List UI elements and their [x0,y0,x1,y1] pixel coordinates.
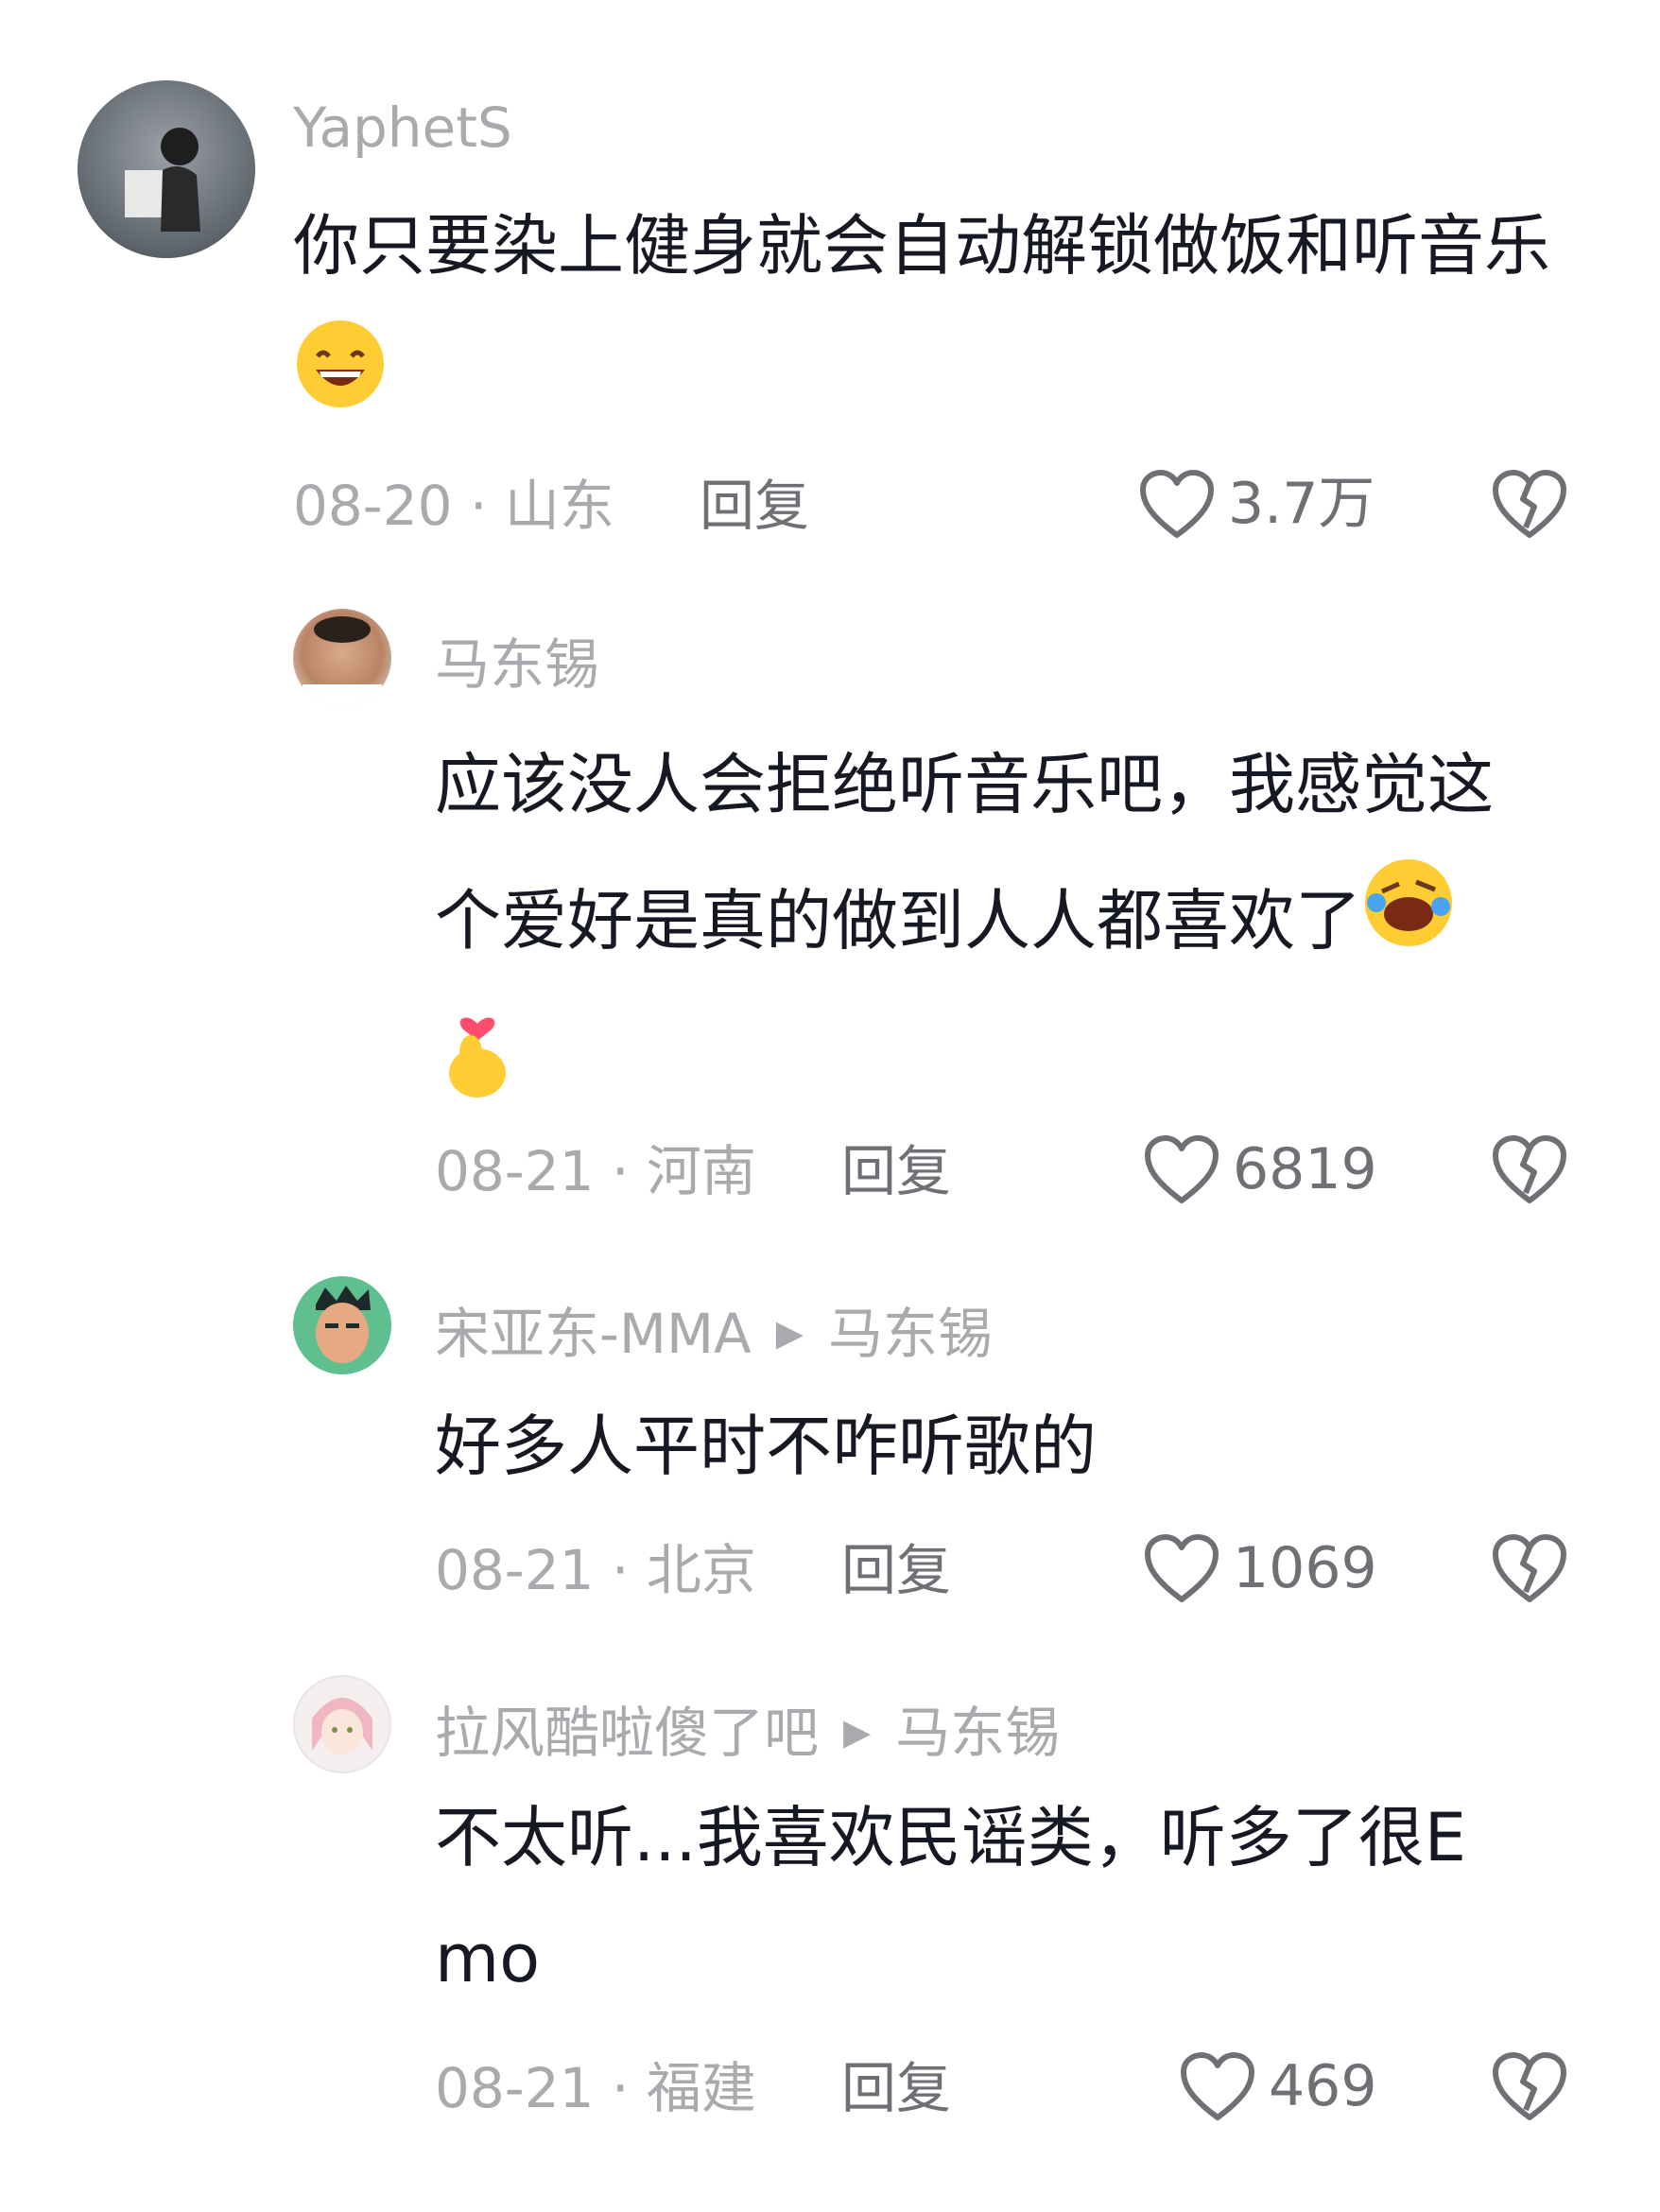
finger-heart-icon [435,995,520,1145]
comment-meta: 08-21 · 河南 [435,1144,756,1199]
comment-date: 08-20 [293,474,453,538]
separator: · [611,1538,630,1602]
like-count: 3.7万 [1228,471,1375,537]
comment-date: 08-21 [435,1139,595,1203]
like-count: 1069 [1233,1535,1377,1601]
reply-button[interactable]: 回复 [841,1543,951,1598]
broken-heart-icon [1493,1135,1566,1203]
reply-button[interactable]: 回复 [700,478,809,533]
comment-date: 08-21 [435,2056,595,2120]
reply-to-username: 马东锡 [827,1302,993,1366]
reply-to-username: 马东锡 [895,1701,1061,1765]
comment-location: 福建 [646,2056,756,2120]
avatar[interactable] [293,1276,391,1374]
grinning-face-icon [293,317,388,457]
comment-location: 北京 [646,1538,756,1602]
like-button[interactable]: 1069 [1144,1533,1377,1603]
broken-heart-icon [1493,1534,1566,1602]
rolling-laughing-face-icon [1361,855,1456,995]
broken-heart-icon [1493,470,1566,538]
comment-username[interactable]: YaphetS [293,100,512,155]
heart-outline-icon [1145,1534,1219,1602]
dislike-button[interactable] [1492,2051,1567,2125]
like-button[interactable]: 469 [1180,2051,1377,2121]
avatar[interactable] [293,1675,391,1773]
comment-text: 不太听...我喜欢民谣类，听多了很Emo [435,1799,1466,1997]
dislike-button[interactable] [1492,1533,1567,1607]
like-button[interactable]: 6819 [1144,1134,1377,1204]
separator: · [469,474,488,538]
comment-location: 山东 [504,474,614,538]
like-count: 6819 [1233,1136,1377,1202]
reply-button[interactable]: 回复 [841,2061,951,2116]
dislike-button[interactable] [1492,1134,1567,1208]
separator: · [611,1139,630,1203]
triangle-right-icon: ▶ [843,1711,872,1753]
separator: · [611,2056,630,2120]
comment-text: 好多人平时不咋听歌的 [435,1408,1097,1485]
dislike-button[interactable] [1492,469,1567,543]
comment-text: 应该没人会拒绝听音乐吧，我感觉这个爱好是真的做到人人都喜欢了 [435,717,1550,1145]
comment-username[interactable]: 马东锡 [435,637,599,692]
comment-text: 你只要染上健身就会自动解锁做饭和听音乐 [293,178,1560,457]
like-button[interactable]: 3.7万 [1139,469,1375,539]
comment-username[interactable]: 宋亚东-MMA ▶ 马东锡 [435,1306,993,1361]
avatar[interactable] [293,609,391,707]
comment-meta: 08-20 · 山东 [293,478,614,533]
broken-heart-icon [1493,2052,1566,2120]
triangle-right-icon: ▶ [775,1312,804,1354]
comment-meta: 08-21 · 北京 [435,1543,756,1598]
heart-outline-icon [1140,470,1214,538]
avatar[interactable] [78,80,255,258]
heart-outline-icon [1145,1135,1219,1203]
comment-date: 08-21 [435,1538,595,1602]
heart-outline-icon [1181,2052,1254,2120]
reply-button[interactable]: 回复 [841,1144,951,1199]
like-count: 469 [1269,2053,1377,2119]
comment-location: 河南 [646,1139,756,1203]
comment-username[interactable]: 拉风酷啦傻了吧 ▶ 马东锡 [435,1705,1060,1760]
comment-meta: 08-21 · 福建 [435,2061,756,2116]
